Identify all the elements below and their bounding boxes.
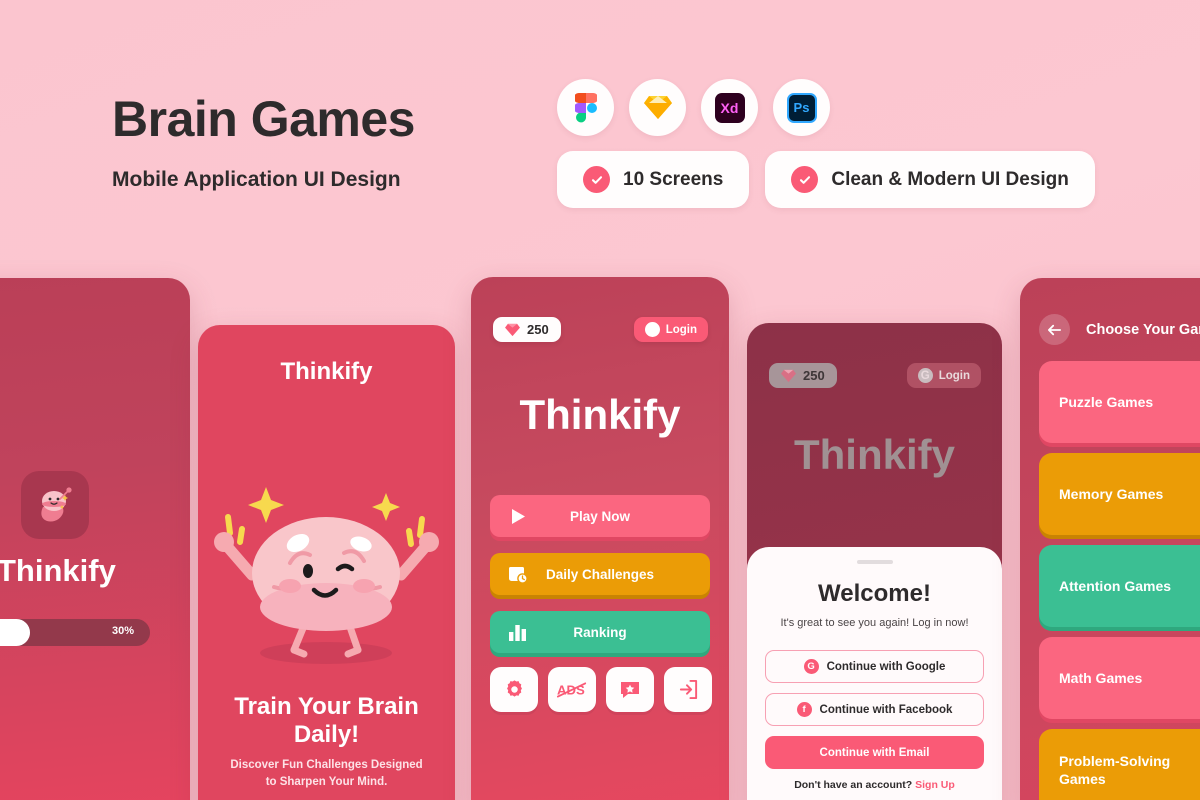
- arrow-left-icon[interactable]: [1039, 314, 1070, 345]
- screen-home: 250 G Login Thinkify Play Now Daily Chal…: [471, 277, 729, 800]
- screen-login: 250 G Login Thinkify Welcome! It's great…: [747, 323, 1002, 800]
- gem-count-label: 250: [527, 322, 549, 337]
- home-app-name: Thinkify: [519, 391, 681, 438]
- game-card-attention-label: Attention Games: [1059, 577, 1172, 594]
- check-icon: [791, 166, 819, 193]
- screen-choose-game: Choose Your Game Puzzle Games Memory Gam…: [1020, 278, 1200, 800]
- continue-with-facebook-button[interactable]: f Continue with Facebook: [765, 693, 984, 726]
- game-category-list: Puzzle Games Memory Games Attention Game…: [1039, 361, 1200, 800]
- continue-with-email-button[interactable]: Continue with Email: [765, 736, 984, 769]
- onboarding-heading: Train Your Brain Daily!: [234, 693, 419, 749]
- auth-buttons-list: G Continue with Google f Continue with F…: [747, 650, 1002, 791]
- no-ads-icon[interactable]: ADS: [548, 667, 596, 712]
- page-subtitle: Mobile Application UI Design: [112, 168, 401, 191]
- exit-icon[interactable]: [664, 667, 712, 712]
- loading-progress-bar: 30%: [0, 619, 150, 646]
- google-icon: G: [917, 368, 933, 383]
- splash-app-name: Thinkify: [0, 553, 116, 588]
- home-icon-tiles: ADS: [490, 667, 712, 712]
- rate-feedback-icon[interactable]: [606, 667, 654, 712]
- gem-count-label: 250: [803, 368, 825, 383]
- welcome-subtitle: It's great to see you again! Log in now!: [780, 617, 969, 629]
- play-now-button[interactable]: Play Now: [490, 495, 710, 537]
- game-card-puzzle[interactable]: Puzzle Games: [1039, 361, 1200, 443]
- settings-gear-icon[interactable]: [490, 667, 538, 712]
- ranking-label: Ranking: [573, 624, 627, 640]
- login-app-name: Thinkify: [793, 431, 955, 478]
- gem-icon: [505, 323, 520, 336]
- sketch-icon: [629, 79, 686, 136]
- game-card-problem-solving[interactable]: Problem-Solving Games: [1039, 729, 1200, 800]
- welcome-title: Welcome!: [818, 580, 931, 607]
- google-icon: G: [803, 659, 819, 674]
- facebook-icon: f: [796, 702, 812, 717]
- game-card-puzzle-label: Puzzle Games: [1059, 393, 1154, 410]
- gem-counter-dimmed: 250: [769, 363, 837, 388]
- continue-with-email-label: Continue with Email: [819, 746, 930, 759]
- sheet-drag-handle[interactable]: [856, 560, 893, 564]
- game-card-memory-label: Memory Games: [1059, 485, 1164, 502]
- signup-prompt: Don't have an account?: [794, 779, 913, 791]
- gem-counter: 250: [493, 317, 561, 342]
- onboarding-app-name: Thinkify: [280, 358, 373, 385]
- app-icon: [21, 471, 89, 539]
- check-icon: [583, 166, 610, 193]
- continue-with-google-label: Continue with Google: [826, 660, 946, 673]
- adobe-xd-icon: Xd: [701, 79, 758, 136]
- badge-screens: 10 Screens: [557, 151, 750, 208]
- gem-icon: [781, 369, 796, 382]
- google-icon: G: [644, 322, 660, 337]
- game-card-memory[interactable]: Memory Games: [1039, 453, 1200, 535]
- game-card-attention[interactable]: Attention Games: [1039, 545, 1200, 627]
- screen-onboarding: Thinkify Train Your Brain Daily! Discove…: [198, 325, 455, 800]
- game-card-math-label: Math Games: [1059, 669, 1143, 686]
- daily-challenges-label: Daily Challenges: [545, 566, 655, 582]
- continue-with-google-button[interactable]: G Continue with Google: [765, 650, 984, 683]
- badge-design: Clean & Modern UI Design: [765, 151, 1095, 208]
- progress-fill: [0, 619, 30, 646]
- choose-game-title: Choose Your Game: [1086, 321, 1200, 338]
- login-button-label: Login: [665, 323, 697, 336]
- choose-game-header: Choose Your Game: [1039, 314, 1200, 345]
- play-now-label: Play Now: [569, 508, 631, 524]
- brain-mascot-illustration: [198, 445, 455, 675]
- login-button-dimmed[interactable]: G Login: [906, 363, 981, 388]
- presentation-canvas: Brain Games Mobile Application UI Design…: [0, 0, 1200, 800]
- page-title: Brain Games: [112, 91, 415, 147]
- figma-icon: [557, 79, 614, 136]
- home-menu: Play Now Daily Challenges Ranking: [490, 495, 710, 669]
- login-button-label: Login: [938, 369, 970, 382]
- ranking-button[interactable]: Ranking: [490, 611, 710, 653]
- screen-splash: Thinkify 30%: [0, 278, 190, 800]
- photoshop-icon: Ps: [773, 79, 830, 136]
- onboarding-description: Discover Fun Challenges Designed to Shar…: [230, 759, 423, 789]
- tool-icons-row: Xd Ps: [557, 79, 830, 136]
- progress-percent-label: 30%: [111, 625, 134, 637]
- login-button[interactable]: G Login: [633, 317, 708, 342]
- signup-link[interactable]: Sign Up: [915, 779, 955, 791]
- game-card-math[interactable]: Math Games: [1039, 637, 1200, 719]
- badge-design-label: Clean & Modern UI Design: [831, 168, 1069, 190]
- feature-badges-row: 10 Screens Clean & Modern UI Design: [557, 151, 1095, 208]
- continue-with-facebook-label: Continue with Facebook: [819, 703, 953, 716]
- login-bottom-sheet: Welcome! It's great to see you again! Lo…: [747, 547, 1002, 800]
- game-card-problem-label: Problem-Solving Games: [1059, 752, 1171, 787]
- badge-screens-label: 10 Screens: [623, 168, 724, 190]
- daily-challenges-button[interactable]: Daily Challenges: [490, 553, 710, 595]
- signup-row: Don't have an account? Sign Up: [765, 779, 984, 791]
